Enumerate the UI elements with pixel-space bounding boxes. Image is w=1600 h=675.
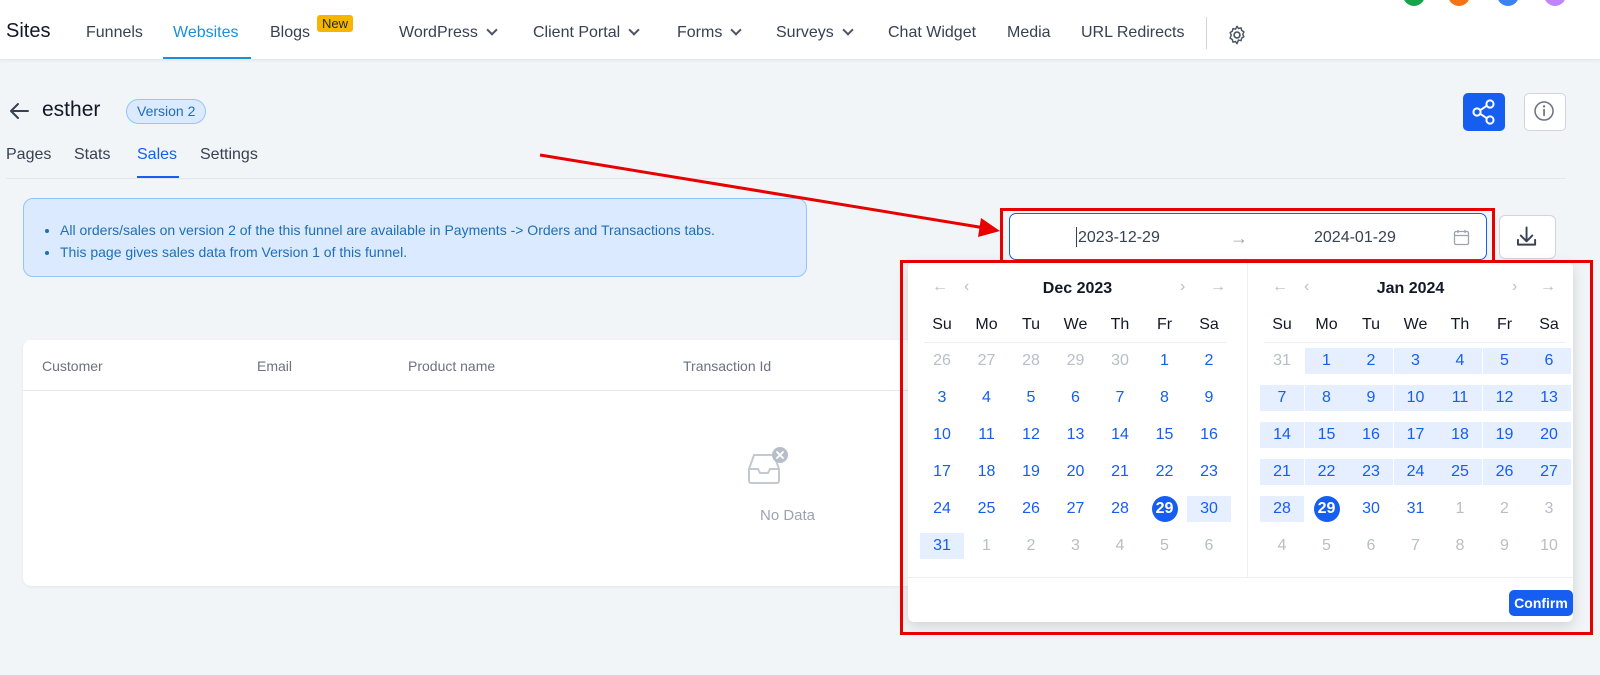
annotation-arrow (539, 153, 1000, 237)
